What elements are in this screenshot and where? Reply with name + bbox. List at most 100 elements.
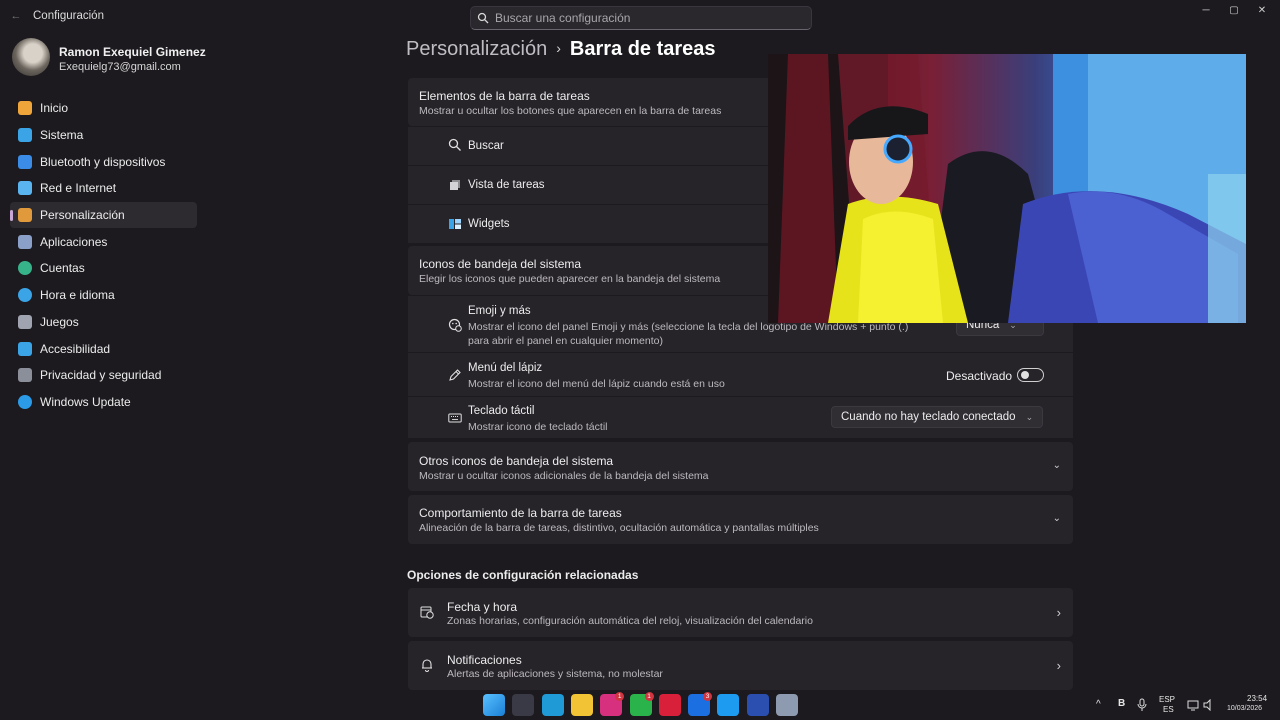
- sidebar-item-privacidad-y-seguridad[interactable]: Privacidad y seguridad: [10, 362, 197, 389]
- network-icon[interactable]: [1187, 699, 1199, 711]
- search-box[interactable]: [470, 6, 812, 30]
- sidebar-item-bluetooth-y-dispositivos[interactable]: Bluetooth y dispositivos: [10, 148, 197, 175]
- related-settings-header: Opciones de configuración relacionadas: [407, 568, 639, 582]
- emoji-icon: [448, 318, 462, 332]
- touch-keyboard-description: Mostrar icono de teclado táctil: [468, 421, 608, 433]
- app-title: Configuración: [33, 10, 104, 22]
- touch-keyboard-dropdown[interactable]: Cuando no hay teclado conectado ⌄: [831, 406, 1044, 428]
- taskbar-items-title: Elementos de la barra de tareas: [419, 89, 590, 103]
- touch-keyboard-dropdown-value: Cuando no hay teclado conectado: [841, 411, 1016, 423]
- bluetooth-icon: [18, 154, 32, 169]
- emoji-title: Emoji y más: [468, 305, 531, 317]
- brush-icon: [18, 208, 32, 223]
- sidebar-item-red-e-internet[interactable]: Red e Internet: [10, 175, 197, 202]
- update-icon: [18, 394, 32, 409]
- sidebar-item-windows-update[interactable]: Windows Update: [10, 389, 197, 416]
- widgets-icon: [449, 219, 461, 229]
- sidebar-item-label: Accesibilidad: [40, 341, 111, 356]
- maximize-button[interactable]: ▢: [1219, 3, 1249, 19]
- pen-menu-toggle[interactable]: [1017, 368, 1044, 382]
- other-tray-description: Mostrar u ocultar iconos adicionales de …: [419, 470, 709, 482]
- title-bar: ← Configuración ─ ▢ ✕: [0, 0, 1280, 36]
- sidebar-item-juegos[interactable]: Juegos: [10, 309, 197, 336]
- shield-icon: [18, 368, 32, 383]
- chevron-down-icon: ⌄: [1052, 513, 1061, 524]
- other-tray-title: Otros iconos de bandeja del sistema: [419, 454, 614, 468]
- breadcrumb-parent[interactable]: Personalización: [406, 38, 547, 60]
- sidebar-nav: Inicio Sistema Bluetooth y dispositivos Red…: [10, 95, 197, 415]
- clock-date[interactable]: 10/03/2026: [1227, 705, 1262, 712]
- pen-icon: [449, 369, 461, 381]
- clock-time[interactable]: 23:54: [1247, 694, 1267, 703]
- pen-menu-description: Mostrar el icono del menú del lápiz cuan…: [468, 378, 725, 390]
- accessibility-icon: [18, 341, 32, 356]
- sidebar-item-accesibilidad[interactable]: Accesibilidad: [10, 335, 197, 362]
- related-description: Zonas horarias, configuración automática…: [447, 615, 813, 627]
- breadcrumb: Personalización › Barra de tareas: [406, 38, 716, 61]
- gamepad-icon: [18, 314, 32, 329]
- user-email: Exequielg73@gmail.com: [59, 61, 181, 73]
- person-icon: [18, 261, 32, 276]
- behavior-description: Alineación de la barra de tareas, distin…: [419, 522, 819, 534]
- start-icon[interactable]: [483, 694, 505, 716]
- pen-menu-toggle-label: Desactivado: [946, 369, 1013, 383]
- keyboard-icon: [448, 413, 462, 423]
- back-button[interactable]: ←: [8, 8, 24, 24]
- home-icon: [18, 101, 32, 116]
- related-title: Notificaciones: [447, 653, 522, 667]
- chevron-down-icon: ⌄: [1052, 460, 1061, 471]
- sidebar-item-label: Privacidad y seguridad: [40, 368, 162, 383]
- chevron-right-icon: ›: [1056, 658, 1061, 673]
- tray-app-icon[interactable]: B: [1118, 698, 1125, 709]
- twitter-icon[interactable]: [717, 694, 740, 716]
- tray-icons-title: Iconos de bandeja del sistema: [419, 257, 582, 271]
- minimize-button[interactable]: ─: [1191, 3, 1221, 19]
- microphone-icon[interactable]: [1137, 698, 1147, 712]
- related-date-time[interactable]: Fecha y hora Zonas horarias, configuraci…: [408, 588, 1073, 637]
- file-explorer-icon[interactable]: [570, 694, 593, 716]
- edge-icon[interactable]: [541, 694, 564, 716]
- sidebar-item-label: Cuentas: [40, 261, 85, 276]
- taskbar-item-label: Buscar: [468, 140, 504, 152]
- search-icon[interactable]: [512, 694, 535, 716]
- pen-menu-row: Menú del lápiz Mostrar el icono del menú…: [408, 352, 1073, 396]
- settings-icon[interactable]: [776, 694, 798, 716]
- sidebar-item-label: Windows Update: [40, 394, 131, 409]
- sidebar-item-aplicaciones[interactable]: Aplicaciones: [10, 228, 197, 255]
- touch-keyboard-title: Teclado táctil: [468, 405, 535, 417]
- sidebar-item-label: Juegos: [40, 314, 79, 329]
- wifi-icon: [18, 181, 32, 196]
- sidebar-item-inicio[interactable]: Inicio: [10, 95, 197, 122]
- sidebar-item-cuentas[interactable]: Cuentas: [10, 255, 197, 282]
- other-tray-icons-card[interactable]: Otros iconos de bandeja del sistema Most…: [408, 442, 1073, 491]
- sidebar-item-hora-e-idioma[interactable]: Hora e idioma: [10, 282, 197, 309]
- touch-keyboard-row: Teclado táctil Mostrar icono de teclado …: [408, 396, 1073, 438]
- sidebar-item-label: Aplicaciones: [40, 234, 108, 249]
- webcam-image: [768, 54, 1246, 323]
- avatar: [12, 38, 50, 76]
- breadcrumb-separator: ›: [556, 40, 561, 56]
- language-sub: ES: [1163, 705, 1174, 714]
- notification-badge: 1: [615, 692, 625, 701]
- tray-overflow-button[interactable]: ^: [1096, 699, 1101, 710]
- volume-icon[interactable]: [1203, 699, 1215, 711]
- page-title: Barra de tareas: [569, 38, 716, 60]
- search-input[interactable]: [495, 10, 795, 26]
- taskbar-behavior-card[interactable]: Comportamiento de la barra de tareas Ali…: [408, 495, 1073, 544]
- notification-badge: 3: [703, 692, 713, 701]
- sidebar-item-label: Hora e idioma: [40, 288, 115, 303]
- sidebar-item-label: Red e Internet: [40, 181, 117, 196]
- sidebar-item-personalización[interactable]: Personalización: [10, 201, 197, 229]
- language-indicator[interactable]: ESP: [1159, 695, 1175, 704]
- youtube-music-icon[interactable]: [658, 694, 681, 716]
- user-name: Ramon Exequiel Gimenez: [59, 45, 206, 59]
- sidebar-item-sistema[interactable]: Sistema: [10, 122, 197, 149]
- close-button[interactable]: ✕: [1247, 3, 1277, 19]
- app-icon[interactable]: [746, 694, 769, 716]
- search-icon: [448, 138, 461, 151]
- behavior-title: Comportamiento de la barra de tareas: [419, 506, 622, 520]
- related-notifications[interactable]: Notificaciones Alertas de aplicaciones y…: [408, 641, 1073, 690]
- tray-icons-description: Elegir los iconos que pueden aparecer en…: [419, 273, 721, 285]
- sidebar-item-label: Inicio: [40, 101, 69, 116]
- task-view-icon: [450, 180, 460, 190]
